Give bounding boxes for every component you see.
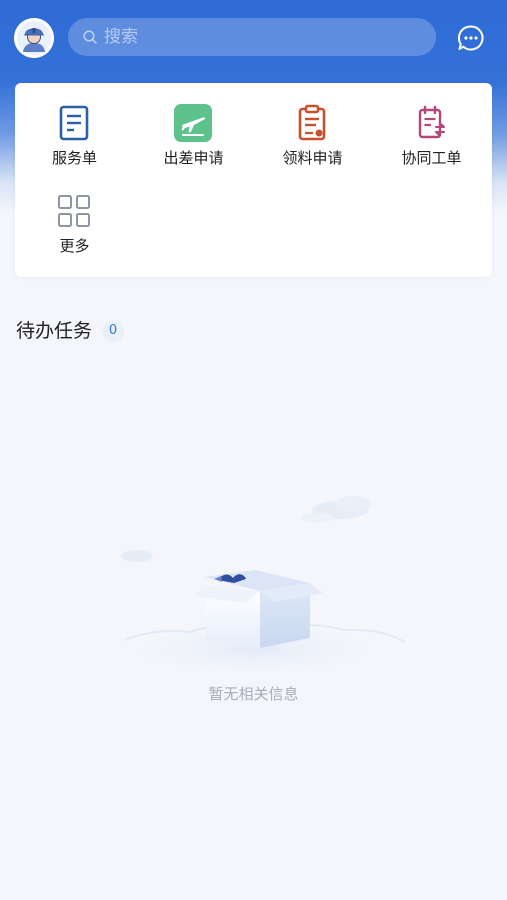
quick-actions-card: 服务单 出差申请 领料申请 协同工单 更多 — [15, 83, 492, 277]
search-icon — [83, 30, 97, 44]
message-button[interactable] — [457, 24, 485, 52]
collab-order-icon — [418, 105, 445, 139]
worker-avatar-icon — [14, 18, 54, 58]
clipboard-icon — [298, 104, 326, 141]
quick-action-label: 出差申请 — [163, 149, 224, 167]
top-bar: 搜索 — [0, 14, 507, 62]
quick-action-collab-order[interactable]: 协同工单 — [372, 83, 491, 167]
quick-action-label: 服务单 — [51, 149, 97, 167]
empty-state-text: 暂无相关信息 — [208, 685, 299, 703]
pending-count-badge: 0 — [102, 320, 124, 342]
quick-action-business-trip[interactable]: 出差申请 — [134, 83, 253, 167]
pending-tasks-title: 待办任务 — [16, 320, 93, 342]
chat-bubble-icon — [457, 25, 484, 51]
service-order-icon — [59, 105, 89, 141]
search-bar[interactable]: 搜索 — [68, 18, 436, 56]
quick-action-material-request[interactable]: 领料申请 — [253, 83, 372, 167]
user-avatar[interactable] — [14, 18, 54, 58]
quick-action-more[interactable]: 更多 — [15, 171, 134, 255]
quick-action-label: 领料申请 — [282, 149, 343, 167]
quick-action-label: 协同工单 — [401, 149, 462, 167]
search-placeholder: 搜索 — [104, 27, 138, 47]
empty-box-illustration — [105, 496, 406, 680]
plane-takeoff-icon — [174, 104, 212, 142]
quick-action-service-order[interactable]: 服务单 — [15, 83, 134, 167]
quick-action-label: 更多 — [59, 237, 90, 255]
grid-more-icon — [58, 195, 90, 227]
